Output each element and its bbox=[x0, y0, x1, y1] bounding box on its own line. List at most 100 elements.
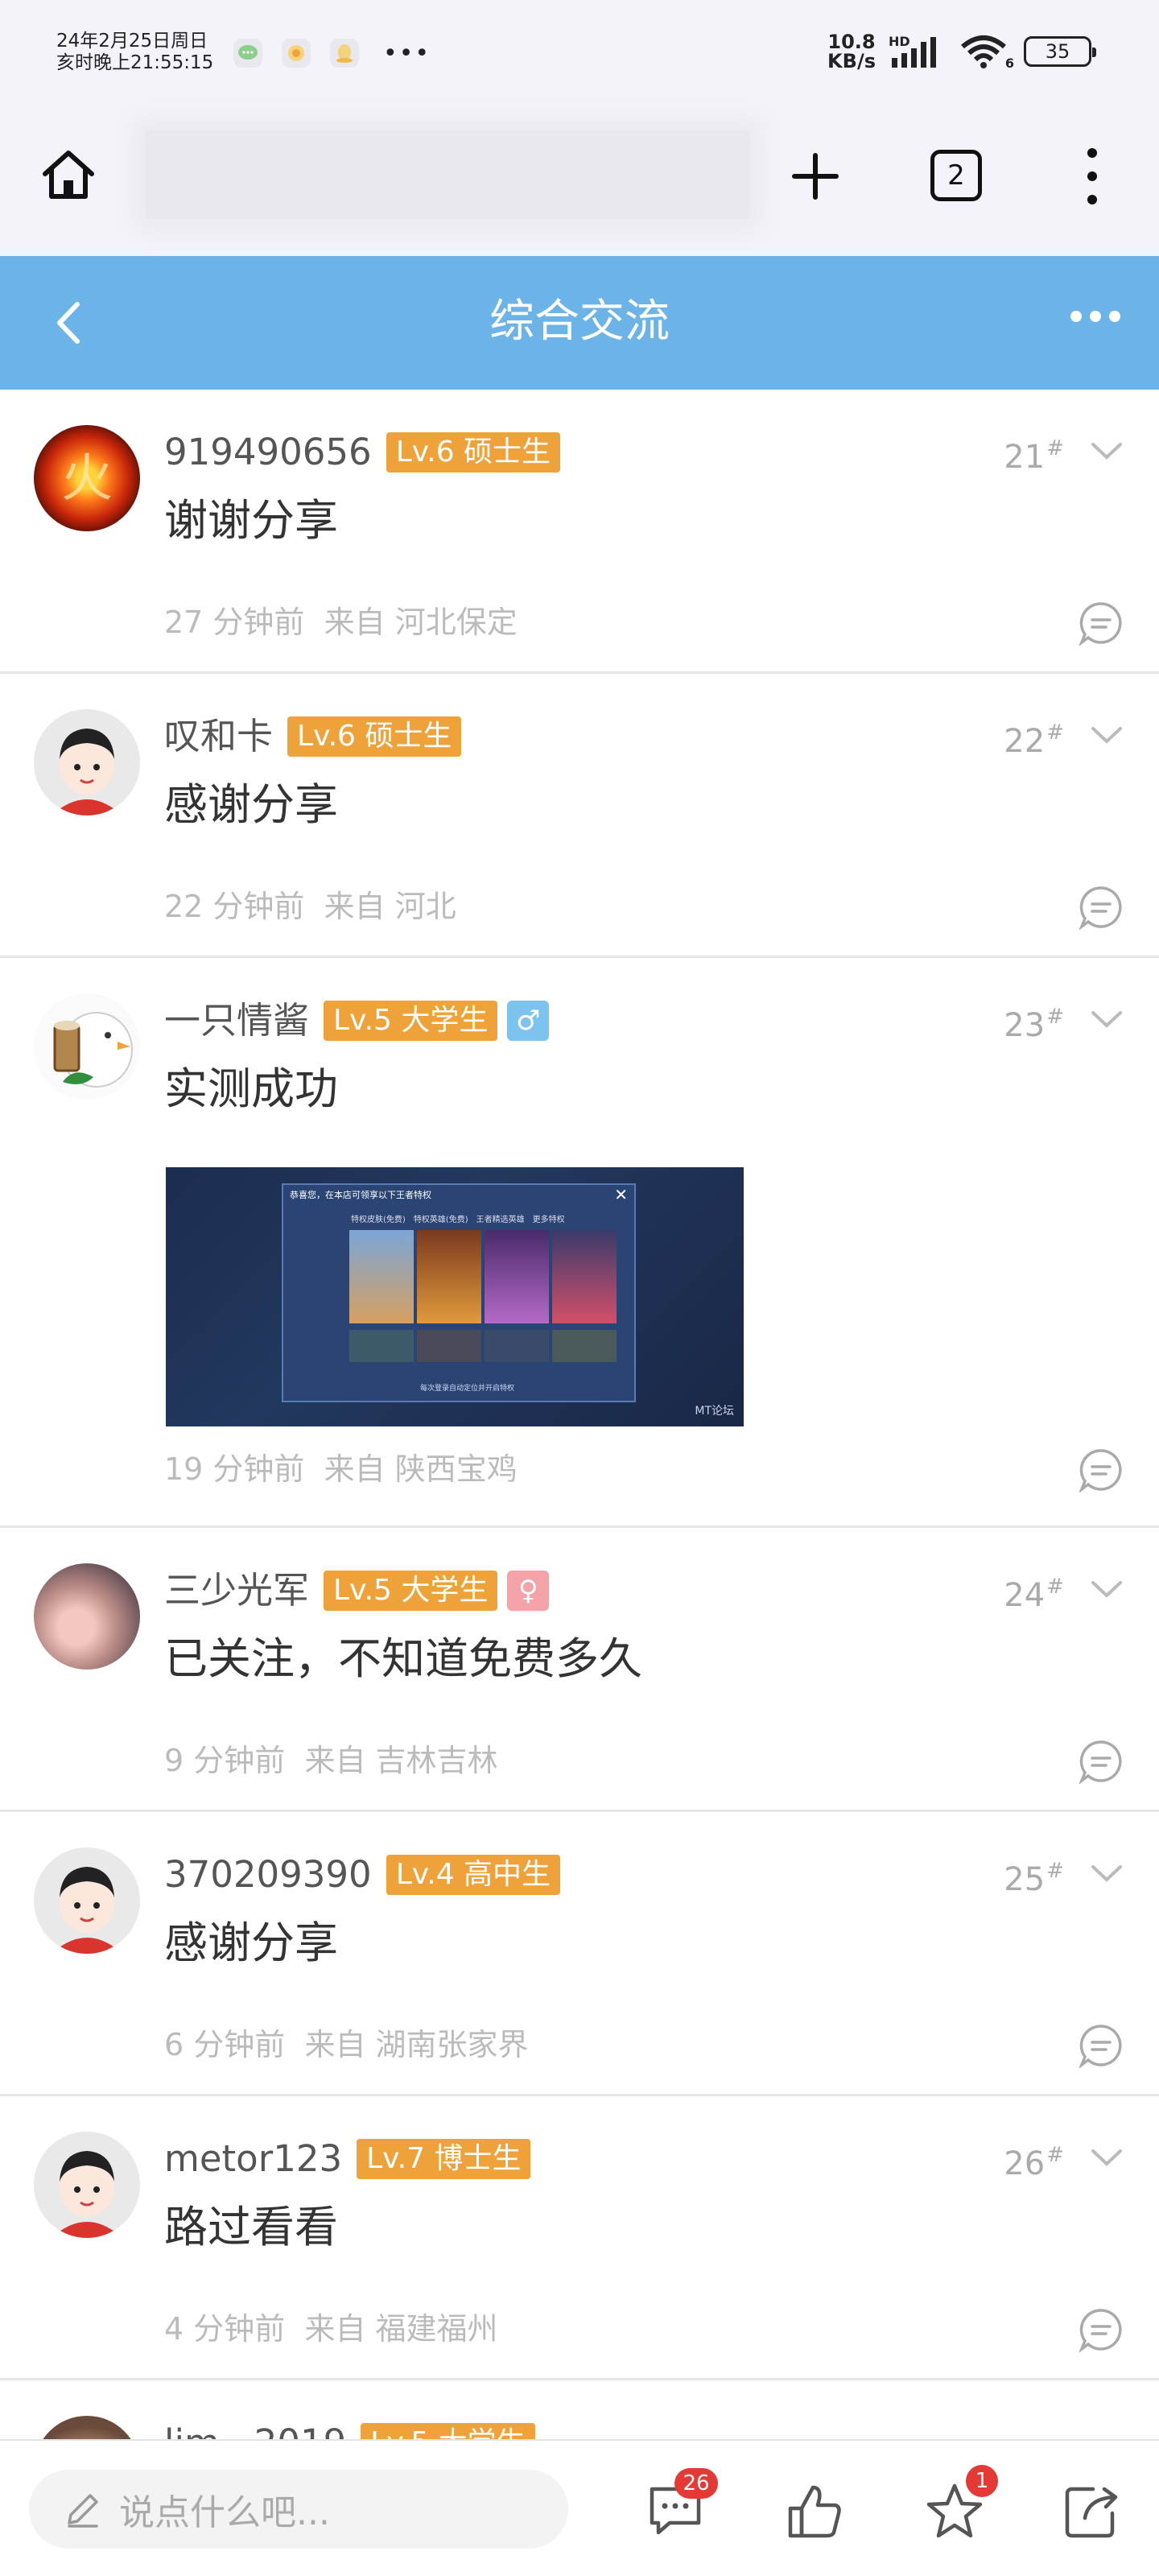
battery-icon: 35 bbox=[1024, 36, 1096, 67]
wifi-label: 6 bbox=[1004, 56, 1014, 71]
favorite-button[interactable]: 1 bbox=[924, 2465, 998, 2542]
reply-footer: 9 分钟前 来自 吉林吉林 bbox=[164, 1740, 498, 1781]
game-dialog-title: 恭喜您，在本店可领享以下王者特权 bbox=[290, 1190, 431, 1200]
game-tabs: 特权皮肤(免费) 特权英雄(免费) 王者精选英雄 更多特权 bbox=[351, 1216, 565, 1224]
comment-icon[interactable] bbox=[1079, 1739, 1124, 1784]
thumbs-up-icon bbox=[788, 2485, 841, 2538]
chevron-down-icon[interactable] bbox=[1090, 1864, 1124, 1885]
status-clock: 24年2月25日周日 亥时晚上21:55:15 bbox=[56, 31, 213, 74]
floor-number: 25# bbox=[1004, 1859, 1064, 1898]
signal-icon: HD bbox=[889, 34, 947, 69]
like-button[interactable] bbox=[784, 2481, 845, 2542]
hd-label: HD bbox=[889, 34, 910, 49]
username[interactable]: 一只情酱 bbox=[164, 997, 309, 1045]
reply-time: 4 分钟前 bbox=[164, 2311, 286, 2347]
comment-icon[interactable] bbox=[1079, 2307, 1124, 2352]
status-date: 24年2月25日周日 bbox=[56, 31, 208, 52]
reply-location: 来自 吉林吉林 bbox=[304, 1743, 498, 1778]
reply-footer: 27 分钟前 来自 河北保定 bbox=[164, 602, 518, 642]
chevron-down-icon[interactable] bbox=[1090, 1579, 1124, 1600]
level-badge: Lv.5 大学生 bbox=[324, 1571, 498, 1611]
floor-number: 21# bbox=[1004, 436, 1064, 476]
page-header: 综合交流 bbox=[0, 256, 1159, 390]
message-app-icon bbox=[233, 39, 262, 68]
avatar[interactable] bbox=[34, 2132, 140, 2238]
comments-button[interactable]: 26 bbox=[644, 2468, 718, 2541]
hero-card bbox=[485, 1230, 549, 1323]
wifi-icon: 6 bbox=[959, 34, 1014, 71]
reply-location: 来自 河北 bbox=[324, 889, 456, 924]
chevron-down-icon[interactable] bbox=[1090, 1009, 1124, 1030]
reply-item: metor123 Lv.7 博士生 26# 路过看看 4 分钟前 来自 福建福州 bbox=[0, 2096, 1159, 2380]
comment-icon[interactable] bbox=[1079, 2023, 1124, 2068]
level-badge: Lv.6 硕士生 bbox=[287, 716, 462, 757]
level-badge: Lv.6 硕士生 bbox=[386, 432, 561, 473]
reply-item: 370209390 Lv.4 高中生 25# 感谢分享 6 分钟前 来自 湖南张… bbox=[0, 1812, 1159, 2096]
reply-meta: 三少光军 Lv.5 大学生 ♀ bbox=[164, 1567, 550, 1615]
username[interactable]: 370209390 bbox=[164, 1851, 372, 1899]
avatar[interactable] bbox=[34, 993, 140, 1100]
qq-icon bbox=[330, 39, 359, 68]
reply-image[interactable]: 恭喜您，在本店可领享以下王者特权 ✕ 特权皮肤(免费) 特权英雄(免费) 王者精… bbox=[166, 1167, 744, 1426]
username[interactable]: metor123 bbox=[164, 2135, 342, 2183]
reply-footer: 4 分钟前 来自 福建福州 bbox=[164, 2309, 498, 2349]
browser-menu-icon[interactable] bbox=[1074, 148, 1111, 204]
reply-time: 9 分钟前 bbox=[164, 1743, 286, 1778]
game-dialog-close-icon: ✕ bbox=[614, 1185, 628, 1204]
username[interactable]: 三少光军 bbox=[164, 1567, 309, 1615]
tab-count: 2 bbox=[947, 159, 965, 192]
reply-content: 实测成功 bbox=[164, 1063, 338, 1114]
reply-footer: 19 分钟前 来自 陕西宝鸡 bbox=[164, 1449, 518, 1489]
hero-card bbox=[552, 1230, 617, 1323]
comment-input[interactable]: 说点什么吧... bbox=[29, 2470, 568, 2549]
floor-number: 24# bbox=[1004, 1575, 1064, 1614]
comments-badge: 26 bbox=[674, 2468, 718, 2499]
game-dialog: 恭喜您，在本店可领享以下王者特权 ✕ 特权皮肤(免费) 特权英雄(免费) 王者精… bbox=[282, 1183, 636, 1402]
hero-card bbox=[417, 1230, 481, 1323]
hero-card bbox=[349, 1230, 414, 1323]
reply-footer: 22 分钟前 来自 河北 bbox=[164, 886, 456, 927]
share-icon bbox=[1065, 2487, 1118, 2538]
reply-content: 感谢分享 bbox=[164, 1918, 338, 1968]
new-tab-button[interactable] bbox=[781, 142, 850, 211]
avatar[interactable] bbox=[34, 1847, 140, 1954]
svg-text:火: 火 bbox=[61, 449, 113, 509]
comment-icon[interactable] bbox=[1079, 1447, 1124, 1492]
image-watermark: MT论坛 bbox=[695, 1405, 734, 1418]
reply-meta: metor123 Lv.7 博士生 bbox=[164, 2135, 531, 2183]
battery-level: 35 bbox=[1045, 40, 1070, 63]
username[interactable]: 叹和卡 bbox=[164, 712, 273, 761]
home-icon[interactable] bbox=[39, 145, 98, 204]
reply-location: 来自 湖南张家界 bbox=[304, 2027, 529, 2062]
avatar[interactable] bbox=[34, 709, 140, 815]
reply-list: 火 919490656 Lv.6 硕士生 21# 谢谢分享 27 分钟前 来自 … bbox=[0, 390, 1159, 2541]
reply-item: 一只情酱 Lv.5 大学生 ♂ 23# 实测成功 恭喜您，在本店可领享以下王者特… bbox=[0, 958, 1159, 1528]
status-indicators: 10.8 KB/s HD 6 35 bbox=[827, 31, 1096, 72]
reply-content: 路过看看 bbox=[164, 2202, 338, 2252]
share-button[interactable] bbox=[1061, 2481, 1122, 2542]
avatar[interactable]: 火 bbox=[34, 425, 140, 531]
comment-icon[interactable] bbox=[1079, 885, 1124, 930]
chevron-down-icon[interactable] bbox=[1090, 2148, 1124, 2169]
avatar[interactable] bbox=[34, 1563, 140, 1670]
tab-switcher-button[interactable]: 2 bbox=[930, 150, 982, 201]
reply-time: 27 分钟前 bbox=[164, 605, 305, 640]
reply-location: 来自 河北保定 bbox=[324, 605, 518, 640]
level-badge: Lv.7 博士生 bbox=[357, 2139, 531, 2179]
chevron-down-icon[interactable] bbox=[1090, 441, 1124, 462]
address-bar[interactable] bbox=[145, 130, 750, 219]
more-options-icon[interactable] bbox=[1070, 311, 1120, 322]
browser-toolbar: 2 bbox=[0, 113, 1159, 256]
chevron-down-icon[interactable] bbox=[1090, 725, 1124, 746]
reply-meta: 叹和卡 Lv.6 硕士生 bbox=[164, 712, 462, 761]
comment-icon[interactable] bbox=[1079, 601, 1124, 646]
level-badge: Lv.4 高中生 bbox=[386, 1855, 561, 1895]
reply-content: 谢谢分享 bbox=[164, 495, 338, 546]
notification-icons: ••• bbox=[233, 39, 431, 68]
game-dialog-footer: 每次登录自动定位并开启特权 bbox=[420, 1385, 515, 1393]
status-time: 亥时晚上21:55:15 bbox=[56, 52, 214, 73]
network-speed: 10.8 KB/s bbox=[827, 31, 876, 72]
reply-location: 来自 福建福州 bbox=[304, 2311, 498, 2347]
floor-number: 23# bbox=[1004, 1005, 1064, 1044]
username[interactable]: 919490656 bbox=[164, 428, 372, 477]
